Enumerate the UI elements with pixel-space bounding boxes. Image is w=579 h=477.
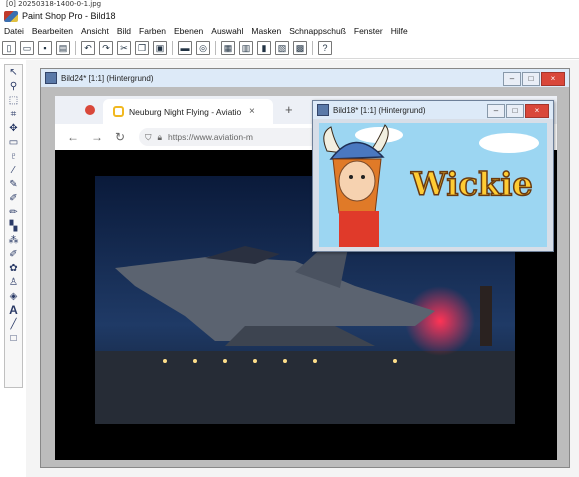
toolbar-separator (172, 41, 173, 55)
wickie-image: Wickie (319, 123, 547, 247)
zoom-icon[interactable]: ⚲ (7, 80, 20, 93)
document-icon (317, 104, 329, 116)
menu-masken[interactable]: Masken (247, 26, 285, 36)
menu-bar: Datei Bearbeiten Ansicht Bild Farben Ebe… (0, 24, 579, 38)
minimize-button[interactable]: – (487, 104, 505, 118)
undo-icon[interactable]: ↶ (81, 41, 95, 55)
save-icon[interactable]: ▪ (38, 41, 52, 55)
browse-icon[interactable]: ▦ (221, 41, 235, 55)
minimize-button[interactable]: – (503, 72, 521, 86)
redo-icon[interactable]: ↷ (99, 41, 113, 55)
overlay-document-window[interactable]: Bild18* [1:1] (Hintergrund) – □ × Wickie (312, 100, 554, 252)
help-icon[interactable]: ? (318, 41, 332, 55)
fill-icon[interactable]: ◈ (7, 290, 20, 303)
deform-icon[interactable]: ⬚ (7, 94, 20, 107)
scratch-remover-icon[interactable]: ⁂ (7, 234, 20, 247)
wickie-illustration: Wickie (319, 123, 547, 247)
toolbar-separator (75, 41, 76, 55)
arrow-icon[interactable]: ↖ (7, 66, 20, 79)
file-label: [0] 20250318-1400-0-1.jpg (6, 0, 102, 8)
cut-icon[interactable]: ✂ (117, 41, 131, 55)
menu-bild[interactable]: Bild (113, 26, 135, 36)
close-button[interactable]: × (525, 104, 549, 118)
airbrush-icon[interactable]: ♙ (7, 276, 20, 289)
print-icon[interactable]: ▤ (56, 41, 70, 55)
tab-close-icon[interactable]: × (249, 106, 255, 117)
menu-farben[interactable]: Farben (135, 26, 170, 36)
dropper-icon[interactable]: ⁄ (7, 164, 20, 177)
selection-icon[interactable]: ▭ (7, 136, 20, 149)
eraser-icon[interactable]: ✐ (7, 248, 20, 261)
picture-tube-icon[interactable]: ✿ (7, 262, 20, 275)
shield-icon: ⛉ (145, 131, 152, 142)
back-icon[interactable]: ← (67, 130, 79, 144)
new-tab-icon[interactable]: + (285, 102, 293, 117)
line-icon[interactable]: ╱ (7, 318, 20, 331)
color-replacer-icon[interactable]: ▚ (7, 220, 20, 233)
crop-icon[interactable]: ⌗ (7, 108, 20, 121)
screen-icon[interactable]: ▬ (178, 41, 192, 55)
app-titlebar: Paint Shop Pro - Bild18 (0, 8, 579, 24)
mover-icon[interactable]: ✥ (7, 122, 20, 135)
forward-icon[interactable]: → (91, 130, 103, 144)
open-icon[interactable]: ▭ (20, 41, 34, 55)
paint-brush-icon[interactable]: ✎ (7, 178, 20, 191)
new-icon[interactable]: ▯ (2, 41, 16, 55)
paste-icon[interactable]: ▣ (153, 41, 167, 55)
wickie-logo: Wickie (410, 165, 533, 203)
menu-ebenen[interactable]: Ebenen (170, 26, 207, 36)
retouch-icon[interactable]: ✏ (7, 206, 20, 219)
overlay-document-title: Bild18* [1:1] (Hintergrund) (333, 105, 426, 115)
clone-icon[interactable]: ✐ (7, 192, 20, 205)
overlay-document-titlebar[interactable]: Bild18* [1:1] (Hintergrund) – □ × (313, 101, 553, 119)
rectangle-icon[interactable]: □ (7, 332, 20, 345)
menu-datei[interactable]: Datei (0, 26, 28, 36)
reload-icon[interactable]: ↻ (115, 130, 125, 144)
color-icon[interactable]: ▮ (257, 41, 271, 55)
menu-hilfe[interactable]: Hilfe (387, 26, 412, 36)
toolbar-separator (312, 41, 313, 55)
histogram-icon[interactable]: ▥ (239, 41, 253, 55)
lasso-icon[interactable]: ♇ (7, 150, 20, 163)
image-icon[interactable]: ▩ (293, 41, 307, 55)
menu-ansicht[interactable]: Ansicht (77, 26, 113, 36)
toolbar: ▯ ▭ ▪ ▤ ↶ ↷ ✂ ❐ ▣ ▬ ◎ ▦ ▥ ▮ ▧ ▩ ? (0, 38, 579, 59)
menu-schnappschuss[interactable]: Schnappschuß (285, 26, 350, 36)
app-logo-icon (4, 10, 18, 22)
url-text: https://www.aviation-m (167, 132, 254, 142)
menu-bearbeiten[interactable]: Bearbeiten (28, 26, 77, 36)
tab-title: Neuburg Night Flying - Aviatio (129, 106, 242, 117)
lock-icon: 🔒︎ (157, 131, 162, 142)
tab-favicon-icon (113, 106, 124, 117)
document-icon (45, 72, 57, 84)
address-bar[interactable]: ⛉ 🔒︎ https://www.aviation-m (139, 128, 320, 146)
inactive-tab-icon[interactable] (85, 105, 95, 115)
web-icon[interactable]: ◎ (196, 41, 210, 55)
menu-auswahl[interactable]: Auswahl (207, 26, 247, 36)
main-document-title: Bild24* [1:1] (Hintergrund) (61, 73, 154, 83)
copy-icon[interactable]: ❐ (135, 41, 149, 55)
maximize-button[interactable]: □ (522, 72, 540, 86)
browser-tab-active[interactable]: Neuburg Night Flying - Aviatio × (103, 99, 273, 124)
app-title: Paint Shop Pro - Bild18 (22, 11, 116, 21)
main-document-titlebar[interactable]: Bild24* [1:1] (Hintergrund) – □ × (41, 69, 569, 87)
text-icon[interactable]: A (7, 304, 20, 317)
menu-fenster[interactable]: Fenster (350, 26, 387, 36)
tool-palette: ↖ ⚲ ⬚ ⌗ ✥ ▭ ♇ ⁄ ✎ ✐ ✏ ▚ ⁂ ✐ ✿ ♙ ◈ A ╱ □ (4, 64, 23, 388)
close-button[interactable]: × (541, 72, 565, 86)
toolbar-separator (215, 41, 216, 55)
layers-icon[interactable]: ▧ (275, 41, 289, 55)
maximize-button[interactable]: □ (506, 104, 524, 118)
